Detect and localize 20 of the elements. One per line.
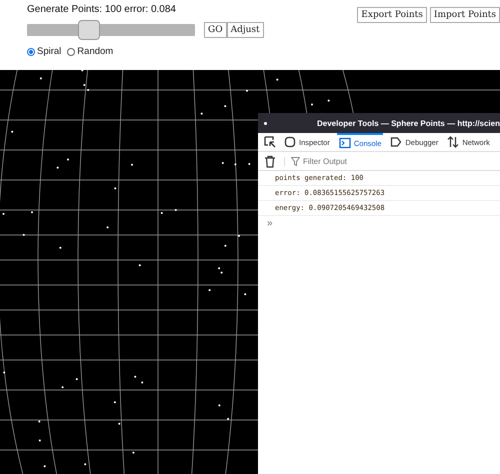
export-button[interactable]: Export Points (357, 7, 427, 23)
status-text: Generate Points: 100 error: 0.084 (27, 4, 177, 15)
debugger-icon (390, 136, 402, 148)
element-picker-icon[interactable] (263, 135, 277, 149)
radio-icon[interactable] (67, 48, 76, 56)
mode-radio[interactable]: Random (67, 46, 114, 57)
window-title: Developer Tools — Sphere Points — http://scien (317, 118, 500, 128)
slider-thumb[interactable] (78, 20, 100, 40)
console-prompt[interactable]: » (258, 216, 282, 231)
trash-icon[interactable] (264, 154, 276, 168)
export-button[interactable]: Import Points (430, 7, 500, 23)
window-menu-icon[interactable] (264, 122, 267, 124)
inspector-icon (284, 136, 296, 148)
radio-icon[interactable] (27, 48, 35, 56)
mode-radio[interactable]: Spiral (27, 46, 62, 57)
action-button[interactable]: GO (204, 22, 227, 38)
arrows-icon (447, 136, 460, 148)
console-icon (338, 137, 351, 149)
action-button[interactable]: Adjust (226, 22, 264, 38)
filter-icon (291, 156, 300, 166)
